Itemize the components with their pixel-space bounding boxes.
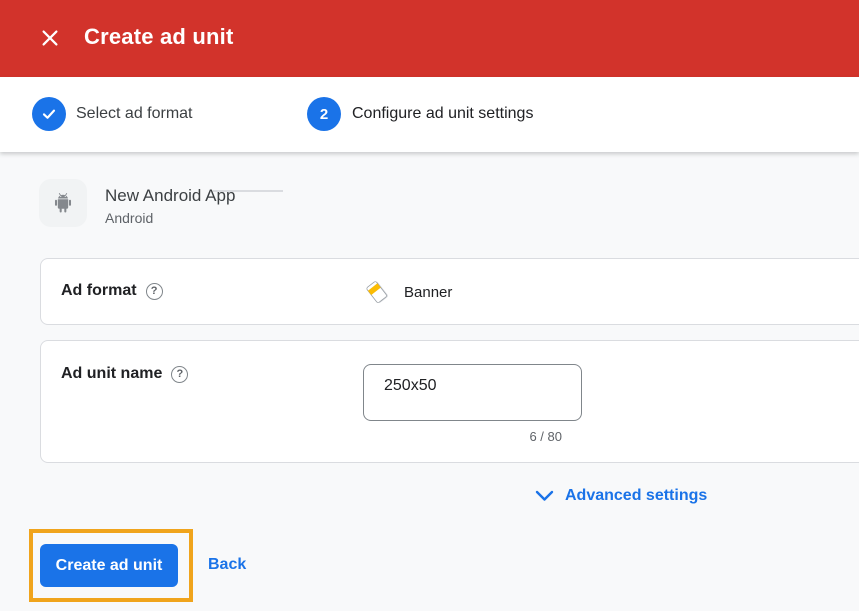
help-icon[interactable]: ?: [146, 283, 163, 300]
ad-format-label: Ad format: [61, 282, 137, 300]
chevron-down-icon: [535, 490, 554, 502]
advanced-settings-label: Advanced settings: [565, 487, 707, 505]
ad-format-value-text: Banner: [404, 284, 452, 301]
android-app-icon: [39, 179, 87, 227]
advanced-settings-toggle[interactable]: Advanced settings: [535, 487, 707, 505]
ad-format-value: Banner: [363, 259, 452, 326]
back-button[interactable]: Back: [208, 556, 246, 574]
dialog-header: Create ad unit: [0, 0, 859, 77]
ad-unit-name-label-row: Ad unit name ?: [61, 365, 188, 383]
character-counter: 6 / 80: [363, 429, 582, 444]
ad-format-label-row: Ad format ?: [61, 282, 163, 300]
app-name: New Android App: [105, 186, 235, 206]
ad-unit-name-label: Ad unit name: [61, 365, 162, 383]
stepper: Select ad format 2 Configure ad unit set…: [0, 77, 859, 152]
ad-unit-name-input[interactable]: [363, 364, 582, 421]
help-icon[interactable]: ?: [171, 366, 188, 383]
ad-format-card: Ad format ? Banner: [40, 258, 859, 325]
step1-label: Select ad format: [76, 105, 193, 123]
banner-ad-icon: [363, 279, 393, 307]
step2-number-badge[interactable]: 2: [307, 97, 341, 131]
dialog-title: Create ad unit: [84, 24, 234, 50]
ad-unit-name-card: Ad unit name ? 6 / 80: [40, 340, 859, 463]
app-platform: Android: [105, 210, 153, 226]
create-ad-unit-button[interactable]: Create ad unit: [40, 544, 178, 587]
create-ad-unit-dialog: Create ad unit Select ad format 2 Config…: [0, 0, 859, 611]
step2-label: Configure ad unit settings: [352, 105, 533, 123]
close-icon[interactable]: [38, 26, 62, 50]
step1-completed-check-icon[interactable]: [32, 97, 66, 131]
